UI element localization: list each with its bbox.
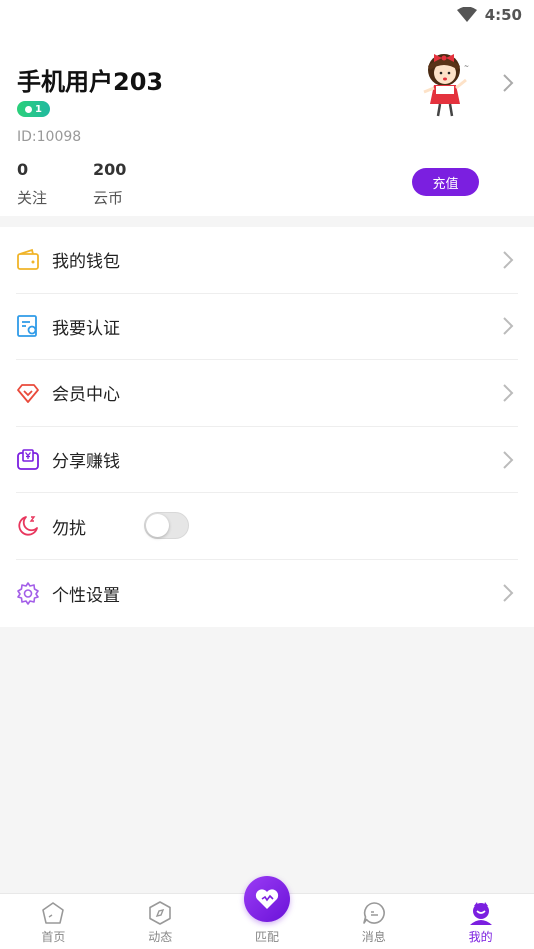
user-id: ID:10098: [17, 129, 82, 145]
message-icon: [362, 902, 385, 924]
bottom-tab-bar: 首页 动态 匹配 消息 我的: [0, 876, 534, 949]
menu-label: 我的钱包: [52, 252, 120, 273]
tab-home[interactable]: 首页: [0, 894, 107, 949]
coins-label[interactable]: 云币: [93, 187, 123, 208]
tab-moments[interactable]: 动态: [107, 894, 214, 949]
menu-label: 我要认证: [52, 318, 120, 339]
menu-label: 会员中心: [52, 385, 120, 406]
certificate-icon: [17, 315, 37, 338]
menu-item-personal-settings[interactable]: 个性设置: [16, 560, 518, 627]
wallet-icon: [17, 248, 39, 270]
username: 手机用户203: [17, 68, 164, 96]
tab-profile[interactable]: 我的: [427, 894, 534, 949]
compass-icon: [149, 901, 171, 925]
level-dot-icon: [25, 105, 33, 113]
menu-label: 分享赚钱: [52, 452, 120, 473]
menu-item-do-not-disturb: 勿扰: [16, 493, 518, 560]
heart-icon: [255, 889, 279, 909]
profile-icon: [469, 902, 492, 925]
status-time: 4:50: [484, 6, 522, 24]
chevron-right-icon: [503, 384, 514, 402]
following-count[interactable]: 0: [17, 160, 28, 179]
tab-label: 我的: [468, 930, 493, 944]
do-not-disturb-toggle[interactable]: [144, 512, 189, 540]
gear-icon: [17, 582, 39, 606]
menu-item-certification[interactable]: 我要认证: [16, 294, 518, 361]
recharge-button[interactable]: 充值: [412, 168, 479, 196]
svg-text:~: ~: [464, 63, 469, 70]
level-value: 1: [35, 103, 42, 115]
tab-label: 匹配: [254, 930, 279, 944]
tab-label: 消息: [361, 930, 386, 944]
following-label[interactable]: 关注: [17, 187, 47, 208]
level-badge: 1: [17, 101, 50, 117]
chevron-right-icon: [503, 450, 514, 469]
menu-item-share-earn[interactable]: 分享赚钱: [16, 427, 518, 494]
avatar[interactable]: ~: [414, 48, 474, 120]
profile-header: 手机用户203 1 ID:10098 0 关注 200 云币 ~ 充值: [0, 30, 534, 216]
chevron-right-icon: [503, 251, 514, 269]
coins-count[interactable]: 200: [93, 160, 126, 179]
chevron-right-icon: [503, 317, 514, 336]
profile-chevron-icon[interactable]: [500, 72, 516, 94]
tab-match[interactable]: 匹配: [214, 876, 321, 949]
moon-icon: [18, 516, 38, 536]
menu-item-vip-center[interactable]: 会员中心: [16, 360, 518, 427]
menu-item-wallet[interactable]: 我的钱包: [16, 227, 518, 294]
tab-messages[interactable]: 消息: [320, 894, 427, 949]
chevron-right-icon: [503, 584, 514, 602]
status-bar: 4:50: [0, 0, 534, 30]
yuan-bag-icon: [17, 448, 39, 470]
tab-label: 首页: [41, 930, 66, 944]
menu-label: 个性设置: [52, 585, 120, 606]
menu-list: 我的钱包 我要认证 会员中心 分享赚钱 勿扰 个性设置: [0, 227, 534, 627]
match-button[interactable]: [243, 876, 290, 922]
wifi-icon: [456, 7, 477, 22]
menu-label: 勿扰: [52, 518, 86, 539]
home-icon: [42, 902, 65, 924]
diamond-icon: [17, 384, 39, 403]
tab-label: 动态: [148, 930, 173, 944]
toggle-knob: [146, 514, 169, 538]
